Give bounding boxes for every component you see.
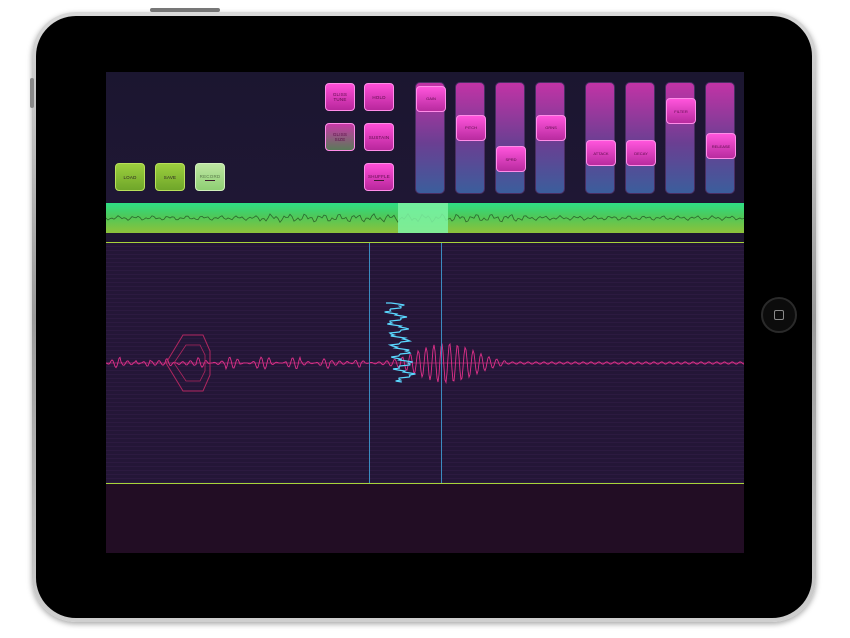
record-label: RECORD	[199, 173, 221, 179]
slider-handle[interactable]: RELEASE	[706, 133, 736, 160]
grain-trace	[384, 302, 416, 383]
slider-release[interactable]: RELEASE	[705, 82, 736, 194]
slider-label: SPRD	[505, 156, 517, 162]
slider-handle[interactable]: DECAY	[626, 140, 656, 167]
grain-cursor-left[interactable]	[369, 243, 370, 483]
slider-label: RELEASE	[711, 143, 731, 149]
sustain-label: SUSTAIN	[368, 134, 390, 140]
record-button[interactable]: RECORD	[195, 163, 225, 191]
slider-decay[interactable]: DECAY	[625, 82, 656, 194]
slider-label: ATTACK	[593, 150, 609, 156]
bottom-strip	[106, 484, 744, 553]
slider-label: PITCH	[465, 125, 477, 131]
home-square-icon	[774, 310, 784, 320]
slider-label: GRNS	[545, 125, 557, 131]
hold-button[interactable]: HOLD	[364, 83, 394, 111]
save-button[interactable]: SAVE	[155, 163, 185, 191]
slider-grns[interactable]: GRNS	[535, 82, 566, 194]
slider-handle[interactable]: ATTACK	[586, 140, 616, 167]
slider-pitch[interactable]: PITCH	[455, 82, 486, 194]
slider-label: GAIN	[426, 96, 436, 102]
slider-attack[interactable]: ATTACK	[585, 82, 616, 194]
slider-handle[interactable]: PITCH	[456, 114, 486, 141]
shuffle-label: SHUFFLE	[368, 173, 390, 179]
gliss-size-sublabel: SIZE	[334, 137, 346, 142]
record-indicator	[205, 179, 215, 181]
volume-button	[30, 78, 34, 108]
sleep-button	[150, 8, 220, 12]
sustain-button[interactable]: SUSTAIN	[364, 123, 394, 151]
slider-gain[interactable]: GAIN	[415, 82, 446, 194]
slider-handle[interactable]: SPRD	[496, 146, 526, 172]
gliss-size-button[interactable]: GLISS SIZE	[325, 123, 355, 151]
shuffle-indicator	[374, 179, 384, 181]
slider-handle[interactable]: GRNS	[536, 114, 566, 141]
grain-waveform-display[interactable]	[106, 243, 744, 483]
slider-handle[interactable]: FILTER	[666, 98, 696, 125]
shuffle-button[interactable]: SHUFFLE	[364, 163, 394, 191]
slider-handle[interactable]: GAIN	[416, 85, 446, 112]
load-button[interactable]: LOAD	[115, 163, 145, 191]
grain-cursor-right[interactable]	[441, 243, 442, 483]
slider-label: FILTER	[674, 108, 688, 114]
control-panel: LOAD SAVE RECORD GLISS TUNE HOLD GLISS S…	[106, 72, 744, 202]
home-button[interactable]	[761, 297, 797, 333]
gliss-tune-sublabel: TUNE	[333, 97, 347, 102]
hold-label: HOLD	[372, 94, 386, 100]
slider-sprd[interactable]: SPRD	[495, 82, 526, 194]
waveform-svg	[106, 302, 744, 392]
slider-filter[interactable]: FILTER	[665, 82, 696, 194]
app-screen: LOAD SAVE RECORD GLISS TUNE HOLD GLISS S…	[106, 72, 744, 553]
slider-label: DECAY	[634, 150, 648, 156]
overview-selection-window[interactable]	[398, 203, 448, 233]
sample-overview[interactable]	[106, 203, 744, 233]
save-label: SAVE	[163, 174, 177, 180]
load-label: LOAD	[123, 174, 137, 180]
gliss-tune-button[interactable]: GLISS TUNE	[325, 83, 355, 111]
